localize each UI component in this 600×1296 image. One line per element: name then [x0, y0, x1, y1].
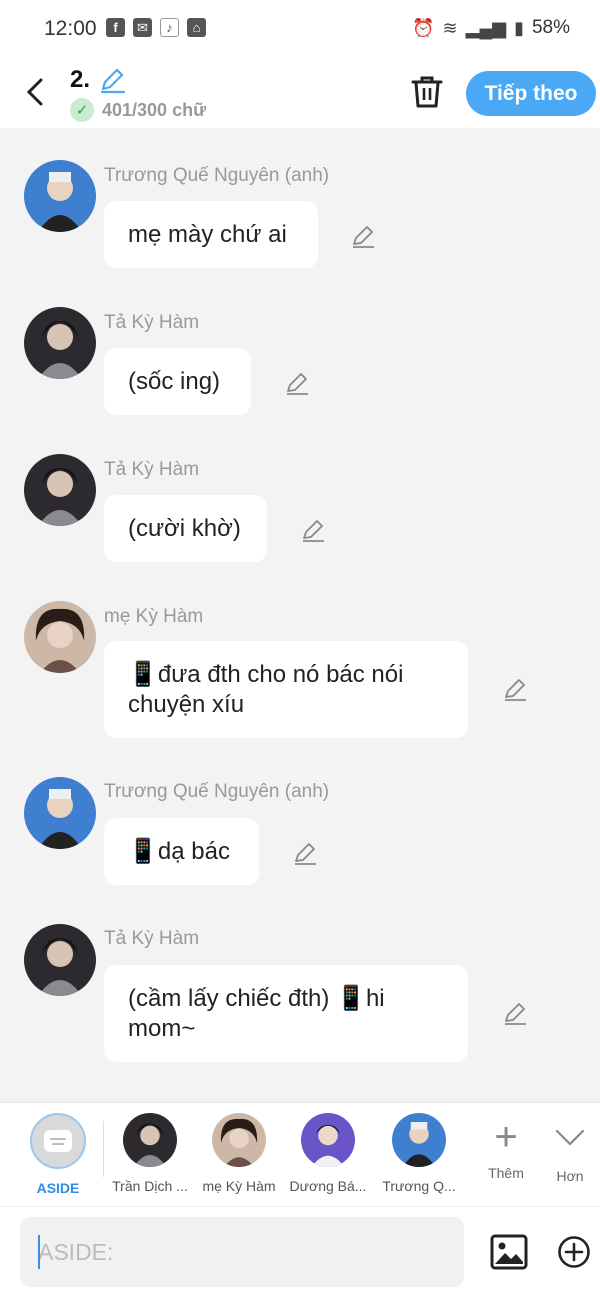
- edit-message-icon[interactable]: [350, 223, 376, 249]
- more-label: Hơn: [556, 1168, 584, 1184]
- message-bubble[interactable]: (cười khờ): [104, 495, 267, 562]
- edit-message-icon[interactable]: [502, 676, 528, 702]
- avatar[interactable]: [24, 307, 96, 379]
- character-name: Dương Bá...: [289, 1178, 367, 1194]
- character-item[interactable]: Trần Dịch ...: [110, 1113, 190, 1194]
- input-bar: [0, 1206, 600, 1296]
- edit-message-icon[interactable]: [292, 840, 318, 866]
- add-character-button[interactable]: + Thêm: [481, 1115, 531, 1181]
- signal-icon: ▂▄▆: [465, 17, 507, 38]
- next-button[interactable]: Tiếp theo: [466, 71, 596, 116]
- edit-title-button[interactable]: [98, 66, 126, 99]
- facebook-icon: f: [106, 18, 125, 37]
- character-item[interactable]: Trương Q...: [379, 1113, 459, 1194]
- message-input[interactable]: [20, 1217, 464, 1287]
- status-bar: 12:00 f ✉ ♪ ⌂ ⏰ ≋ ▂▄▆ ▮ 58%: [0, 0, 600, 58]
- sender-name: Trương Quế Nguyên (anh): [104, 165, 330, 186]
- character-bar: ASIDE Trần Dịch ... mẹ Kỳ Hàm Dương Bá..…: [0, 1102, 600, 1206]
- edit-message-icon[interactable]: [284, 370, 310, 396]
- avatar[interactable]: [24, 454, 96, 526]
- back-button[interactable]: [18, 72, 52, 112]
- message-bubble[interactable]: (sốc ing): [104, 348, 251, 415]
- plus-icon: +: [494, 1115, 518, 1159]
- avatar: [123, 1113, 177, 1167]
- message-bubble[interactable]: 📱đưa đth cho nó bác nói chuyện xíu: [104, 641, 468, 738]
- avatar: [212, 1113, 266, 1167]
- sender-name: Tả Kỳ Hàm: [104, 928, 200, 949]
- more-button[interactable]: Hơn: [545, 1115, 595, 1184]
- edit-message-icon[interactable]: [300, 517, 326, 543]
- message-bubble[interactable]: mẹ mày chứ ai: [104, 201, 318, 268]
- status-time: 12:00: [44, 17, 97, 40]
- avatar[interactable]: [24, 601, 96, 673]
- character-name: mẹ Kỳ Hàm: [202, 1178, 276, 1194]
- avatar: [301, 1113, 355, 1167]
- character-name: Trương Q...: [382, 1178, 456, 1194]
- text-caret: [38, 1235, 40, 1269]
- app-icon: ⌂: [187, 18, 206, 37]
- word-count-text: 401/300 chữ: [102, 99, 207, 120]
- mail-icon: ✉: [133, 18, 152, 37]
- add-label: Thêm: [488, 1165, 524, 1181]
- system-icons: ⏰ ≋ ▂▄▆ ▮ 58%: [412, 17, 570, 39]
- alarm-icon: ⏰: [412, 17, 435, 38]
- top-header: 2. ✓ 401/300 chữ Tiếp theo: [0, 58, 600, 128]
- aside-label: ASIDE: [36, 1180, 80, 1196]
- aside-selector[interactable]: ASIDE: [18, 1113, 98, 1196]
- aside-icon: [30, 1113, 86, 1169]
- message-bubble[interactable]: 📱dạ bác: [104, 818, 259, 885]
- character-name: Trần Dịch ...: [112, 1178, 188, 1194]
- sender-name: mẹ Kỳ Hàm: [104, 606, 204, 627]
- wifi-icon: ≋: [442, 17, 458, 38]
- avatar[interactable]: [24, 160, 96, 232]
- character-item[interactable]: mẹ Kỳ Hàm: [199, 1113, 279, 1194]
- battery-percent: 58%: [531, 17, 570, 38]
- chevron-left-icon: [26, 78, 43, 106]
- check-icon: ✓: [70, 98, 94, 122]
- avatar[interactable]: [24, 924, 96, 996]
- pencil-icon: [100, 68, 126, 94]
- avatar: [392, 1113, 446, 1167]
- page-title: 2.: [70, 66, 91, 93]
- sender-name: Tả Kỳ Hàm: [104, 312, 200, 333]
- chevron-down-icon: [545, 1115, 595, 1168]
- notification-icons: f ✉ ♪ ⌂: [106, 18, 206, 37]
- message-bubble[interactable]: (cầm lấy chiếc đth) 📱hi mom~: [104, 965, 468, 1062]
- tiktok-icon: ♪: [160, 18, 179, 37]
- add-circle-icon[interactable]: [557, 1235, 591, 1269]
- sender-name: Trương Quế Nguyên (anh): [104, 781, 330, 802]
- avatar[interactable]: [24, 777, 96, 849]
- chat-list: Trương Quế Nguyên (anh) mẹ mày chứ ai Tả…: [0, 128, 600, 1102]
- edit-message-icon[interactable]: [502, 1000, 528, 1026]
- divider: [103, 1121, 104, 1177]
- battery-icon: ▮: [514, 17, 524, 38]
- word-count: ✓ 401/300 chữ: [70, 98, 206, 122]
- delete-button[interactable]: [410, 74, 444, 115]
- sender-name: Tả Kỳ Hàm: [104, 459, 200, 480]
- character-item[interactable]: Dương Bá...: [288, 1113, 368, 1194]
- trash-icon: [411, 76, 443, 108]
- image-icon[interactable]: [490, 1233, 528, 1271]
